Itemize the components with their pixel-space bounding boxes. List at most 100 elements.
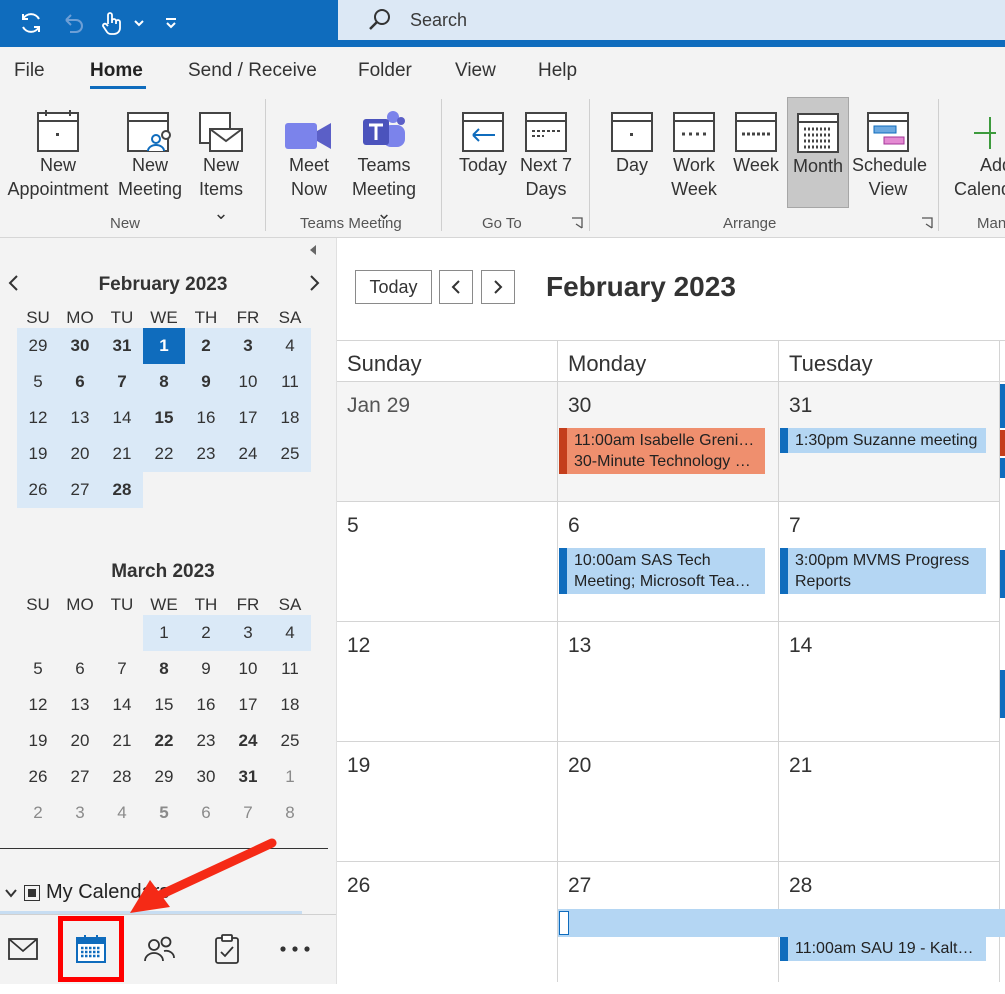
dialog-launcher-icon[interactable] [571,217,583,229]
mini-calendar-day[interactable]: 20 [59,723,101,759]
mini-calendar-day[interactable]: 8 [143,364,185,400]
mini-calendar-day[interactable]: 1 [143,328,185,364]
tab-help[interactable]: Help [538,60,577,82]
mini-calendar-day[interactable]: 5 [143,795,185,831]
teams-meeting-button[interactable]: Teams Meeting ⌄ [342,101,426,225]
customize-toolbar-icon[interactable] [156,8,186,38]
day-cell[interactable]: 5 [337,502,558,622]
my-calendars-folder[interactable]: My Calendars [4,881,169,904]
mini-calendar-day[interactable]: 18 [269,400,311,436]
mini-calendar-day[interactable]: 13 [59,687,101,723]
touch-mode-icon[interactable] [96,8,126,38]
mini-calendar-day[interactable]: 21 [101,436,143,472]
calendar-event[interactable]: 1:30pm Suzanne meeting [780,428,986,453]
mini-calendar-day[interactable]: 14 [101,400,143,436]
meet-now-button[interactable]: Meet Now [280,101,338,201]
day-cell[interactable]: 12 [337,622,558,742]
previous-month-icon[interactable] [6,274,22,292]
work-week-view-button[interactable]: Work Week [666,101,722,201]
mini-calendar-day[interactable]: 8 [269,795,311,831]
mini-calendar-day[interactable]: 5 [17,364,59,400]
mini-calendar-day[interactable]: 25 [269,436,311,472]
mini-calendar-day[interactable]: 31 [227,759,269,795]
search-box[interactable]: Search [338,0,1005,40]
mail-icon[interactable] [3,929,43,969]
mini-calendar-day[interactable]: 29 [143,759,185,795]
mini-calendar-day[interactable]: 24 [227,436,269,472]
calendar-event[interactable]: 3:00pm MVMS Progress Reports [780,548,986,594]
day-cell[interactable]: 7 3:00pm MVMS Progress Reports [779,502,1000,622]
day-cell[interactable]: 14 [779,622,1000,742]
new-meeting-button[interactable]: New Meeting [116,101,184,201]
mini-calendar-day[interactable]: 20 [59,436,101,472]
tab-file[interactable]: File [14,60,45,82]
day-cell[interactable]: 31 1:30pm Suzanne meeting [779,382,1000,502]
next-7-days-button[interactable]: Next 7 Days [516,101,576,201]
mini-calendar-day[interactable]: 27 [59,472,101,508]
mini-calendar-day[interactable]: 11 [269,651,311,687]
mini-calendar-day[interactable]: 22 [143,436,185,472]
mini-calendar-day[interactable]: 6 [59,364,101,400]
mini-calendar-day[interactable]: 21 [101,723,143,759]
mini-calendar-day[interactable]: 18 [269,687,311,723]
mini-calendar-day[interactable]: 2 [17,795,59,831]
day-cell[interactable]: 20 [558,742,779,862]
mini-calendar-day[interactable]: 28 [101,759,143,795]
mini-calendar-day[interactable]: 19 [17,723,59,759]
mini-calendar-day[interactable]: 2 [185,615,227,651]
mini-calendar-day[interactable]: 31 [101,328,143,364]
add-calendar-button[interactable]: Add Calend [952,101,1005,201]
mini-calendar-day[interactable]: 11 [269,364,311,400]
mini-calendar-day[interactable]: 3 [227,328,269,364]
mini-calendar-day[interactable]: 17 [227,400,269,436]
calendar-event[interactable]: 11:00am Isabelle Grenier -30-Minute Tech… [559,428,765,474]
multi-day-event[interactable] [558,909,1005,937]
schedule-view-button[interactable]: Schedule View [852,101,927,201]
day-cell[interactable]: 13 [558,622,779,742]
tab-folder[interactable]: Folder [358,60,412,82]
mini-calendar-day[interactable]: 5 [17,651,59,687]
my-calendars-checkbox[interactable] [24,884,40,901]
mini-calendar-day[interactable]: 1 [269,759,311,795]
previous-month-button[interactable] [439,270,473,304]
tasks-icon[interactable] [207,929,247,969]
mini-calendar-day[interactable]: 3 [227,615,269,651]
mini-calendar-day[interactable]: 2 [185,328,227,364]
mini-calendar-day[interactable]: 26 [17,472,59,508]
mini-calendar-day[interactable]: 3 [59,795,101,831]
mini-calendar-day[interactable]: 23 [185,436,227,472]
collapse-pane-icon[interactable] [305,242,321,258]
new-appointment-button[interactable]: New Appointment [4,101,112,201]
mini-calendar-day[interactable]: 1 [143,615,185,651]
mini-calendar-day[interactable]: 10 [227,364,269,400]
people-icon[interactable] [139,929,179,969]
mini-calendar-day[interactable]: 15 [143,687,185,723]
day-cell[interactable]: Jan 29 [337,382,558,502]
mini-calendar-day[interactable]: 16 [185,400,227,436]
undo-icon[interactable] [58,8,88,38]
mini-calendar-day[interactable]: 25 [269,723,311,759]
mini-calendar-day[interactable]: 6 [59,651,101,687]
mini-calendar-day[interactable]: 9 [185,651,227,687]
mini-calendar-day[interactable]: 23 [185,723,227,759]
calendar-event[interactable]: 11:00am SAU 19 - Kaltur… [780,936,986,961]
mini-calendar-day[interactable]: 7 [227,795,269,831]
day-cell[interactable]: 26 [337,862,558,982]
day-view-button[interactable]: Day [604,101,660,177]
dialog-launcher-icon[interactable] [921,217,933,229]
mini-calendar-day[interactable]: 7 [101,651,143,687]
mini-calendar-day[interactable]: 27 [59,759,101,795]
day-cell[interactable]: 6 10:00am SAS Tech Meeting; Microsoft Tea… [558,502,779,622]
mini-calendar-day[interactable]: 16 [185,687,227,723]
mini-calendar-day[interactable]: 30 [185,759,227,795]
day-cell[interactable]: 30 11:00am Isabelle Grenier -30-Minute T… [558,382,779,502]
mini-calendar-day[interactable]: 19 [17,436,59,472]
mini-calendar-day[interactable]: 29 [17,328,59,364]
mini-calendar-day[interactable]: 4 [269,615,311,651]
mini-calendar-day[interactable]: 26 [17,759,59,795]
mini-calendar-day[interactable]: 22 [143,723,185,759]
sync-icon[interactable] [16,8,46,38]
mini-calendar-day[interactable]: 14 [101,687,143,723]
mini-calendar-day[interactable]: 10 [227,651,269,687]
mini-calendar-day[interactable]: 17 [227,687,269,723]
